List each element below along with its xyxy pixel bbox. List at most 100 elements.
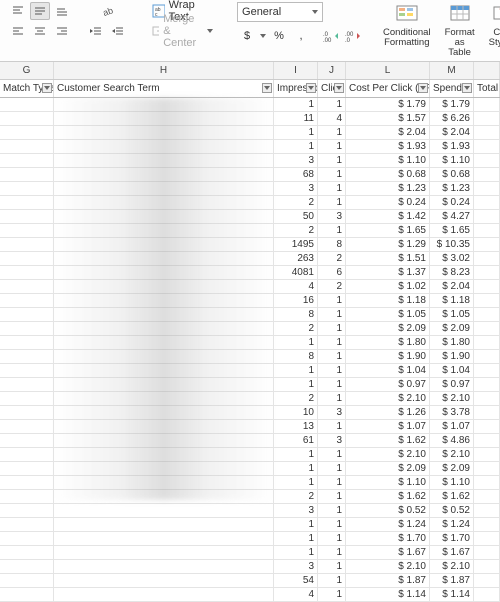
cell-spend[interactable]: $ 1.24 — [430, 518, 474, 531]
cell-spend[interactable]: $ 1.18 — [430, 294, 474, 307]
cell-total[interactable] — [474, 532, 500, 545]
cell-impressions[interactable]: 1 — [274, 364, 318, 377]
cell-clicks[interactable]: 1 — [318, 546, 346, 559]
header-total[interactable]: Total A — [474, 80, 500, 97]
table-row[interactable]: 21$ 2.10$ 2.10 — [0, 392, 500, 406]
cell-clicks[interactable]: 1 — [318, 294, 346, 307]
header-search-term[interactable]: Customer Search Term — [54, 80, 274, 97]
cell-cpc[interactable]: $ 0.24 — [346, 196, 430, 209]
cell-search-term[interactable] — [54, 196, 274, 209]
cell-match-type[interactable] — [0, 476, 54, 489]
cell-spend[interactable]: $ 2.04 — [430, 126, 474, 139]
cell-spend[interactable]: $ 3.78 — [430, 406, 474, 419]
cell-impressions[interactable]: 3 — [274, 560, 318, 573]
cell-match-type[interactable] — [0, 210, 54, 223]
cell-search-term[interactable] — [54, 252, 274, 265]
cell-clicks[interactable]: 1 — [318, 574, 346, 587]
align-center-button[interactable] — [30, 22, 50, 40]
cell-cpc[interactable]: $ 1.70 — [346, 532, 430, 545]
cell-cpc[interactable]: $ 1.10 — [346, 476, 430, 489]
table-row[interactable]: 114$ 1.57$ 6.26 — [0, 112, 500, 126]
cell-match-type[interactable] — [0, 420, 54, 433]
align-middle-button[interactable] — [30, 2, 50, 20]
cell-clicks[interactable]: 3 — [318, 210, 346, 223]
cell-match-type[interactable] — [0, 294, 54, 307]
table-row[interactable]: 21$ 2.09$ 2.09 — [0, 322, 500, 336]
cell-search-term[interactable] — [54, 378, 274, 391]
cell-total[interactable] — [474, 308, 500, 321]
cell-cpc[interactable]: $ 2.10 — [346, 392, 430, 405]
table-row[interactable]: 11$ 1.79$ 1.79 — [0, 98, 500, 112]
table-row[interactable]: 41$ 1.14$ 1.14 — [0, 588, 500, 602]
cell-match-type[interactable] — [0, 252, 54, 265]
cell-clicks[interactable]: 1 — [318, 392, 346, 405]
cell-total[interactable] — [474, 294, 500, 307]
filter-arrow-icon[interactable] — [418, 83, 428, 93]
cell-match-type[interactable] — [0, 322, 54, 335]
cell-impressions[interactable]: 2 — [274, 392, 318, 405]
table-row[interactable]: 31$ 2.10$ 2.10 — [0, 560, 500, 574]
cell-clicks[interactable]: 1 — [318, 560, 346, 573]
cell-search-term[interactable] — [54, 126, 274, 139]
cell-match-type[interactable] — [0, 126, 54, 139]
cell-search-term[interactable] — [54, 462, 274, 475]
cell-clicks[interactable]: 1 — [318, 322, 346, 335]
format-as-table-button[interactable]: Formatas Table — [441, 2, 479, 58]
cell-impressions[interactable]: 1 — [274, 140, 318, 153]
cell-match-type[interactable] — [0, 196, 54, 209]
table-row[interactable]: 81$ 1.05$ 1.05 — [0, 308, 500, 322]
cell-search-term[interactable] — [54, 574, 274, 587]
table-row[interactable]: 2632$ 1.51$ 3.02 — [0, 252, 500, 266]
cell-impressions[interactable]: 263 — [274, 252, 318, 265]
cell-total[interactable] — [474, 434, 500, 447]
cell-clicks[interactable]: 1 — [318, 476, 346, 489]
cell-match-type[interactable] — [0, 490, 54, 503]
table-row[interactable]: 103$ 1.26$ 3.78 — [0, 406, 500, 420]
cell-impressions[interactable]: 2 — [274, 322, 318, 335]
cell-impressions[interactable]: 2 — [274, 490, 318, 503]
cell-spend[interactable]: $ 2.10 — [430, 560, 474, 573]
cell-cpc[interactable]: $ 1.26 — [346, 406, 430, 419]
cell-cpc[interactable]: $ 1.24 — [346, 518, 430, 531]
cell-cpc[interactable]: $ 1.18 — [346, 294, 430, 307]
orientation-button[interactable]: ab — [97, 2, 117, 20]
cell-clicks[interactable]: 1 — [318, 448, 346, 461]
cell-impressions[interactable]: 8 — [274, 308, 318, 321]
table-row[interactable]: 11$ 0.97$ 0.97 — [0, 378, 500, 392]
cell-search-term[interactable] — [54, 364, 274, 377]
cell-search-term[interactable] — [54, 336, 274, 349]
cell-match-type[interactable] — [0, 560, 54, 573]
cell-cpc[interactable]: $ 2.04 — [346, 126, 430, 139]
cell-search-term[interactable] — [54, 308, 274, 321]
cell-total[interactable] — [474, 140, 500, 153]
cell-spend[interactable]: $ 1.93 — [430, 140, 474, 153]
cell-match-type[interactable] — [0, 112, 54, 125]
cell-search-term[interactable] — [54, 280, 274, 293]
cell-impressions[interactable]: 3 — [274, 182, 318, 195]
cell-impressions[interactable]: 61 — [274, 434, 318, 447]
cell-impressions[interactable]: 1495 — [274, 238, 318, 251]
cell-clicks[interactable]: 1 — [318, 518, 346, 531]
cell-cpc[interactable]: $ 1.87 — [346, 574, 430, 587]
cell-spend[interactable]: $ 0.97 — [430, 378, 474, 391]
cell-cpc[interactable]: $ 1.90 — [346, 350, 430, 363]
cell-cpc[interactable]: $ 1.29 — [346, 238, 430, 251]
align-right-button[interactable] — [52, 22, 72, 40]
cell-search-term[interactable] — [54, 168, 274, 181]
cell-spend[interactable]: $ 1.05 — [430, 308, 474, 321]
col-letter-extra[interactable] — [474, 62, 500, 79]
filter-arrow-icon[interactable] — [42, 83, 52, 93]
col-letter-i[interactable]: I — [274, 62, 318, 79]
cell-spend[interactable]: $ 2.10 — [430, 392, 474, 405]
cell-search-term[interactable] — [54, 560, 274, 573]
table-row[interactable]: 21$ 1.62$ 1.62 — [0, 490, 500, 504]
cell-search-term[interactable] — [54, 140, 274, 153]
cell-match-type[interactable] — [0, 406, 54, 419]
cell-cpc[interactable]: $ 1.62 — [346, 490, 430, 503]
cell-clicks[interactable]: 3 — [318, 406, 346, 419]
header-impressions[interactable]: Impressions — [274, 80, 318, 97]
cell-spend[interactable]: $ 6.26 — [430, 112, 474, 125]
cell-clicks[interactable]: 1 — [318, 504, 346, 517]
cell-clicks[interactable]: 2 — [318, 280, 346, 293]
currency-button[interactable]: $ — [237, 27, 257, 45]
